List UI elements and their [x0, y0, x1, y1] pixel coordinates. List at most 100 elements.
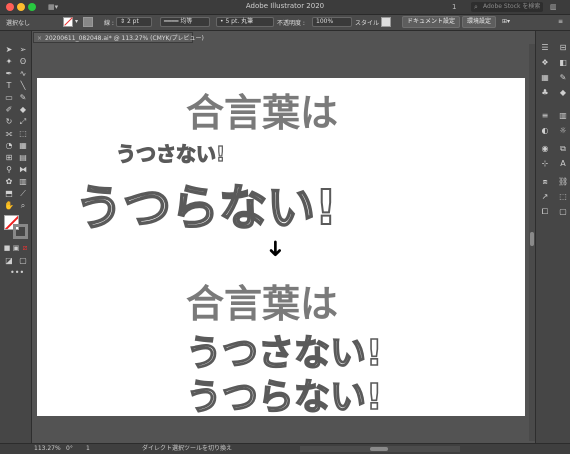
arrange-documents-icon[interactable]: ▥: [550, 3, 557, 11]
down-arrow-icon[interactable]: ➜: [263, 239, 288, 257]
asset-export-panel-icon[interactable]: ⬚: [558, 192, 568, 202]
panel-dock: ☰ ⊟ ❖ ◧ ▦ ✎ ♣ ◆ ≡ ▥ ◐ ☼ ◉ ⧉ ⊹ A ⧈ ⛓ ↗ ⬚ …: [535, 31, 570, 443]
small-outline-text[interactable]: うつさない!: [115, 138, 225, 167]
line-tool-icon[interactable]: ╲: [17, 80, 29, 91]
title-bar: ▦▾ Adobe Illustrator 2020 1 ⌕ Adobe Stoc…: [0, 0, 570, 15]
control-bar: 選択なし ▾ 線 : ⇕ 2 pt ━━━━ 均等 • 5 pt. 丸筆 不透明…: [0, 15, 570, 31]
selection-status: 選択なし: [6, 20, 31, 27]
stroke-panel-icon[interactable]: ≡: [540, 111, 550, 121]
export-panel-icon[interactable]: ↗: [540, 192, 550, 202]
preferences-button[interactable]: 環境設定: [462, 16, 497, 28]
close-tab-icon[interactable]: ×: [37, 35, 42, 42]
align-options-icon[interactable]: ⊞▾: [502, 18, 510, 25]
rectangle-tool-icon[interactable]: ▭: [3, 92, 15, 103]
document-tab-label: 20200611_082048.ai* @ 113.27% (CMYK/プレビュ…: [45, 35, 204, 42]
properties-panel-icon[interactable]: ☰: [540, 43, 550, 53]
type-tool-icon[interactable]: T: [3, 80, 15, 91]
horizontal-scrollbar[interactable]: [300, 446, 460, 452]
brush-definition[interactable]: • 5 pt. 丸筆: [216, 17, 274, 27]
column-graph-tool-icon[interactable]: ▥: [17, 176, 29, 187]
stroke-indicator[interactable]: [13, 224, 28, 239]
free-transform-tool-icon[interactable]: ⬚: [17, 128, 29, 139]
variable-width-profile[interactable]: ━━━━ 均等: [160, 17, 210, 27]
gradient-tool-icon[interactable]: ▤: [17, 152, 29, 163]
fill-dropdown-icon[interactable]: ▾: [75, 18, 78, 25]
brush-value: 5 pt. 丸筆: [225, 18, 254, 25]
scale-tool-icon[interactable]: ⤢: [17, 116, 29, 127]
status-bar: 113.27% 0° 1 ダイレクト選択ツールを切り換え: [0, 443, 570, 454]
transparency-panel-icon[interactable]: ◐: [540, 126, 550, 136]
magic-wand-tool-icon[interactable]: ✦: [3, 56, 15, 67]
swatches-panel-icon[interactable]: ▦: [540, 73, 550, 83]
panel-menu-icon[interactable]: ≡: [558, 18, 563, 25]
bottom-heading[interactable]: 合言葉は: [186, 273, 338, 328]
edit-toolbar-icon[interactable]: •••: [10, 267, 24, 278]
navigator-panel-icon[interactable]: ▢: [558, 207, 568, 217]
shaper-tool-icon[interactable]: ✐: [3, 104, 15, 115]
style-label: スタイル :: [355, 20, 383, 27]
stroke-line-icon: ━━━━: [164, 18, 181, 25]
stock-search-input[interactable]: ⌕ Adobe Stock を検索: [471, 2, 543, 12]
links-panel-icon[interactable]: ⛓: [558, 177, 568, 187]
eyedropper-tool-icon[interactable]: ⚲: [3, 164, 15, 175]
color-panel-icon[interactable]: ◧: [558, 58, 568, 68]
brushes-panel-icon[interactable]: ✎: [558, 73, 568, 83]
fill-swatch[interactable]: [63, 17, 73, 27]
shape-builder-tool-icon[interactable]: ◔: [3, 140, 15, 151]
search-placeholder: Adobe Stock を検索: [483, 3, 541, 10]
blend-tool-icon[interactable]: ⧓: [17, 164, 29, 175]
top-heading[interactable]: 合言葉は: [186, 82, 338, 137]
layers-panel-icon[interactable]: ❖: [540, 58, 550, 68]
direct-selection-tool-icon[interactable]: ➢: [17, 44, 29, 55]
image-trace-panel-icon[interactable]: ⧠: [540, 207, 550, 217]
large-outline-text[interactable]: うつらない!: [74, 168, 338, 238]
screen-mode-icon[interactable]: ▢: [17, 255, 29, 266]
opacity-label: 不透明度 :: [277, 20, 305, 27]
document-setup-button[interactable]: ドキュメント設定: [402, 16, 461, 28]
tools-panel: ➤ ➢ ✦ ʘ ✒ ∿ T ╲ ▭ ✎ ✐ ◆ ↻ ⤢ ⟗ ⬚ ◔ ▦ ⊞ ▤ …: [0, 31, 32, 443]
document-tab[interactable]: × 20200611_082048.ai* @ 113.27% (CMYK/プレビ…: [33, 32, 204, 43]
slice-tool-icon[interactable]: ⟋: [17, 188, 29, 199]
selection-tool-icon[interactable]: ➤: [3, 44, 15, 55]
pathfinder-panel-icon[interactable]: ⧉: [558, 144, 568, 154]
artboard-tool-icon[interactable]: ⬒: [3, 188, 15, 199]
lasso-tool-icon[interactable]: ʘ: [17, 56, 29, 67]
rotate-tool-icon[interactable]: ↻: [3, 116, 15, 127]
search-icon: ⌕: [474, 3, 478, 11]
fill-stroke-widget[interactable]: [4, 215, 28, 239]
appearance-panel-icon[interactable]: ☼: [558, 126, 568, 136]
eraser-tool-icon[interactable]: ◆: [17, 104, 29, 115]
pen-tool-icon[interactable]: ✒: [3, 68, 15, 79]
stroke-width-field[interactable]: ⇕ 2 pt: [116, 17, 152, 27]
gradient-panel-icon[interactable]: ▥: [558, 111, 568, 121]
none-mode-icon[interactable]: ⧄: [19, 243, 31, 254]
draw-mode-icon[interactable]: ◪: [3, 255, 15, 266]
stroke-stepper-icon: ⇕: [120, 18, 127, 25]
bottom-line-2[interactable]: うつらない!: [185, 368, 383, 420]
curvature-tool-icon[interactable]: ∿: [17, 68, 29, 79]
stroke-width-value: 2 pt: [126, 18, 139, 25]
stroke-swatch[interactable]: [83, 17, 93, 27]
symbol-sprayer-tool-icon[interactable]: ✿: [3, 176, 15, 187]
mesh-tool-icon[interactable]: ⊞: [3, 152, 15, 163]
graphic-style-swatch[interactable]: [381, 17, 391, 27]
zoom-tool-icon[interactable]: ⌕: [17, 200, 29, 211]
vertical-scroll-thumb[interactable]: [530, 232, 534, 246]
symbols-panel-icon[interactable]: ♣: [540, 88, 550, 98]
align-panel-icon[interactable]: ◉: [540, 144, 550, 154]
graphic-styles-panel-icon[interactable]: ◆: [558, 88, 568, 98]
workspace-selector[interactable]: 1: [452, 3, 456, 11]
libraries-panel-icon[interactable]: ⊟: [558, 43, 568, 53]
paintbrush-tool-icon[interactable]: ✎: [17, 92, 29, 103]
hand-tool-icon[interactable]: ✋: [3, 200, 15, 211]
uniform-label: 均等: [180, 18, 193, 25]
stroke-label: 線 :: [104, 20, 114, 27]
character-panel-icon[interactable]: A: [558, 159, 568, 169]
perspective-grid-tool-icon[interactable]: ▦: [17, 140, 29, 151]
width-tool-icon[interactable]: ⟗: [3, 128, 15, 139]
artboards-panel-icon[interactable]: ⧈: [540, 177, 550, 187]
horizontal-scroll-thumb[interactable]: [370, 447, 388, 451]
artboard[interactable]: 合言葉は うつさない! うつらない! ➜ 合言葉は うつさない! うつらない!: [37, 78, 525, 419]
opacity-field[interactable]: 100%: [312, 17, 352, 27]
transform-panel-icon[interactable]: ⊹: [540, 159, 550, 169]
